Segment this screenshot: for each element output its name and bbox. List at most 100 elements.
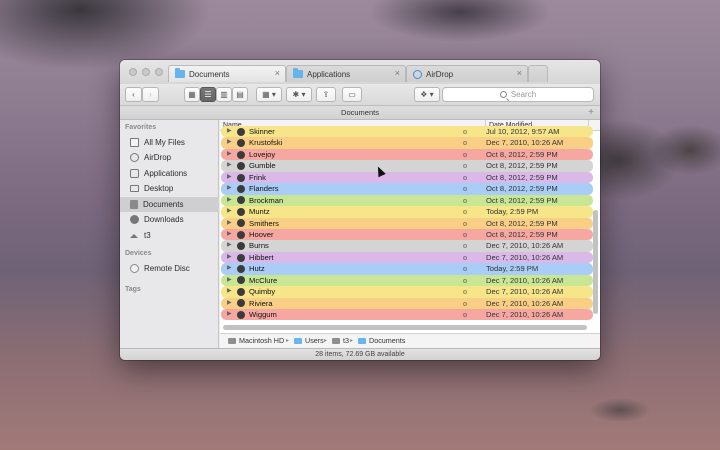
tag-dot-icon: [463, 210, 467, 215]
file-name: Brockman: [249, 195, 284, 205]
file-name: McClure: [249, 275, 278, 285]
disclosure-triangle-icon[interactable]: ▶: [227, 286, 232, 297]
tag-icon: ▭: [348, 90, 356, 99]
icon-view-button[interactable]: ▦: [184, 87, 200, 102]
folder-icon: [175, 68, 185, 78]
minimize-window-button[interactable]: [142, 68, 150, 76]
file-row[interactable]: ▶ Hoover Oct 8, 2012, 2:59 PM: [221, 228, 593, 241]
zoom-window-button[interactable]: [155, 68, 163, 76]
sidebar-item-label: Applications: [144, 169, 188, 178]
file-row[interactable]: ▶ McClure Dec 7, 2010, 10:26 AM: [221, 274, 593, 287]
sidebar-item-applications[interactable]: Applications: [120, 166, 219, 181]
arrange-icon: ▦ ▾: [262, 90, 276, 99]
tab-label: AirDrop: [426, 69, 454, 79]
path-header: Documents +: [120, 106, 600, 120]
sidebar-item-downloads[interactable]: Downloads: [120, 212, 219, 227]
sidebar-item-documents[interactable]: Documents: [120, 197, 219, 212]
file-row[interactable]: ▶ Krustofski Dec 7, 2010, 10:26 AM: [221, 137, 593, 149]
tags-button[interactable]: ▭: [342, 87, 362, 102]
file-row[interactable]: ▶ Lovejoy Oct 8, 2012, 2:59 PM: [221, 148, 593, 161]
sidebar-section-tags: Tags: [125, 286, 141, 293]
disclosure-triangle-icon[interactable]: ▶: [227, 218, 232, 229]
disclosure-triangle-icon[interactable]: ▶: [227, 172, 232, 183]
file-row[interactable]: ▶ Quimby Dec 7, 2010, 10:26 AM: [221, 286, 593, 298]
disclosure-triangle-icon[interactable]: ▶: [227, 137, 232, 148]
file-row[interactable]: ▶ Wiggum Dec 7, 2010, 10:26 AM: [221, 309, 593, 321]
tab-applications[interactable]: Applications ×: [286, 65, 406, 82]
file-row[interactable]: ▶ Muntz Today, 2:59 PM: [221, 206, 593, 218]
new-tab-button[interactable]: [528, 65, 548, 82]
column-view-button[interactable]: ▥: [216, 87, 232, 102]
tab-airdrop[interactable]: AirDrop ×: [406, 65, 528, 82]
disclosure-triangle-icon[interactable]: ▶: [227, 309, 232, 320]
vertical-scrollbar[interactable]: [593, 210, 598, 314]
disclosure-triangle-icon[interactable]: ▶: [227, 298, 232, 309]
file-list: Name Date Modified ▶SkinnerJul 10, 2012,…: [220, 120, 600, 348]
cover-flow-icon: ▤: [236, 90, 244, 99]
applications-icon: [130, 169, 139, 178]
gear-icon: ✱ ▾: [292, 90, 306, 99]
close-tab-icon[interactable]: ×: [275, 68, 280, 78]
file-row[interactable]: ▶ Smithers Oct 8, 2012, 2:59 PM: [221, 217, 593, 229]
close-tab-icon[interactable]: ×: [395, 68, 400, 78]
disclosure-triangle-icon[interactable]: ▶: [227, 160, 232, 171]
sidebar-item-remote-disc[interactable]: Remote Disc: [120, 261, 219, 276]
disclosure-triangle-icon[interactable]: ▶: [227, 252, 232, 263]
file-date-modified: Dec 7, 2010, 10:26 AM: [486, 138, 564, 148]
folder-icon: [237, 219, 245, 228]
disclosure-triangle-icon[interactable]: ▶: [227, 240, 232, 251]
disclosure-triangle-icon[interactable]: ▶: [227, 275, 232, 286]
share-button[interactable]: ⇪: [316, 87, 336, 102]
file-row[interactable]: ▶ Skinner Jul 10, 2012, 9:57 AM: [221, 126, 593, 138]
tag-dot-icon: [463, 232, 467, 237]
disclosure-triangle-icon[interactable]: ▶: [227, 206, 232, 217]
list-view-button[interactable]: ☰: [200, 87, 216, 102]
cover-flow-button[interactable]: ▤: [232, 87, 248, 102]
disclosure-triangle-icon[interactable]: ▶: [227, 149, 232, 160]
disclosure-triangle-icon[interactable]: ▶: [227, 229, 232, 240]
file-row[interactable]: ▶ Flanders Oct 8, 2012, 2:59 PM: [221, 183, 593, 195]
arrange-button[interactable]: ▦ ▾: [256, 87, 282, 102]
file-row[interactable]: ▶ Hibbert Dec 7, 2010, 10:26 AM: [221, 251, 593, 264]
tag-dot-icon: [463, 244, 467, 249]
file-name: Frink: [249, 172, 266, 182]
path-crumb-t3[interactable]: t3: [332, 334, 349, 348]
status-bar: 28 items, 72.69 GB available: [120, 348, 600, 360]
path-crumb-users[interactable]: Users: [294, 334, 324, 348]
disclosure-triangle-icon[interactable]: ▶: [227, 183, 232, 194]
folder-icon: [237, 162, 245, 171]
search-field[interactable]: Search: [442, 87, 594, 102]
sidebar-item-airdrop[interactable]: AirDrop: [120, 150, 219, 165]
file-row[interactable]: ▶ Riviera Dec 7, 2010, 10:26 AM: [221, 297, 593, 309]
dropbox-button[interactable]: ❖ ▾: [414, 87, 440, 102]
disclosure-triangle-icon[interactable]: ▶: [227, 126, 232, 137]
folder-icon: [237, 184, 245, 193]
sidebar-item-desktop[interactable]: Desktop: [120, 181, 219, 196]
back-button[interactable]: ‹: [125, 87, 142, 102]
sidebar-item-all-my-files[interactable]: All My Files: [120, 135, 219, 150]
tag-dot-icon: [463, 141, 467, 146]
add-tab-icon[interactable]: +: [588, 106, 594, 119]
file-row[interactable]: ▶ Gumble Oct 8, 2012, 2:59 PM: [221, 160, 593, 172]
path-crumb-documents[interactable]: Documents: [358, 334, 405, 348]
close-tab-icon[interactable]: ×: [517, 68, 522, 78]
downloads-icon: [130, 215, 139, 224]
path-crumb-macintosh-hd[interactable]: Macintosh HD: [228, 334, 284, 348]
file-row[interactable]: ▶ Brockman Oct 8, 2012, 2:59 PM: [221, 194, 593, 207]
file-row[interactable]: ▶ Burns Dec 7, 2010, 10:26 AM: [221, 240, 593, 252]
disclosure-triangle-icon[interactable]: ▶: [227, 263, 232, 274]
tag-dot-icon: [463, 175, 467, 180]
close-window-button[interactable]: [129, 68, 137, 76]
disclosure-triangle-icon[interactable]: ▶: [227, 195, 232, 206]
action-button[interactable]: ✱ ▾: [286, 87, 312, 102]
forward-button[interactable]: ›: [142, 87, 159, 102]
horizontal-scrollbar[interactable]: [223, 325, 587, 330]
tab-documents[interactable]: Documents ×: [168, 65, 286, 82]
sidebar-item-t3[interactable]: t3: [120, 228, 219, 243]
file-row[interactable]: ▶ Hutz Today, 2:59 PM: [221, 263, 593, 275]
file-date-modified: Dec 7, 2010, 10:26 AM: [486, 275, 564, 285]
sidebar-section-devices: Devices: [125, 250, 152, 257]
airdrop-icon: [130, 153, 139, 162]
file-row[interactable]: ▶ Frink Oct 8, 2012, 2:59 PM: [221, 171, 593, 184]
file-name: Muntz: [249, 207, 270, 217]
